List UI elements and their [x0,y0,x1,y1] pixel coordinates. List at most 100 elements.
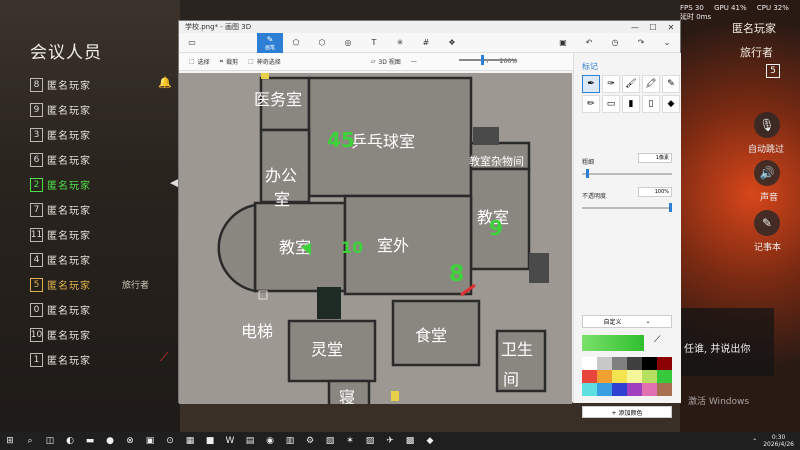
color-mode-select[interactable]: 自定义 ⌄ [582,315,672,328]
drawing-canvas[interactable]: 医务室 乒乓球室 办公 室 教室杂物间 教室 室外 教室 电梯 灵堂 食堂 卫生… [179,73,572,404]
color-swatch[interactable] [642,370,657,383]
color-swatch[interactable] [657,383,672,396]
player-row[interactable]: 3 匿名玩家 [30,122,180,147]
marker-brush-icon[interactable]: ✒ [582,75,600,93]
undo-icon[interactable]: ↶ [576,33,602,53]
paint3d-taskbar-icon[interactable]: ◆ [420,432,440,450]
color-swatch[interactable] [582,383,597,396]
color-swatch[interactable] [612,357,627,370]
opacity-input[interactable]: 100% [638,187,672,197]
calligraphy-pen-icon[interactable]: ✑ [602,75,620,93]
brushes-tab[interactable]: ✎ 画笔 [257,32,283,53]
player-row[interactable]: 2 匿名玩家 [30,172,180,197]
crayon-icon[interactable]: ▮ [622,95,640,113]
thickness-slider-handle[interactable] [586,169,590,178]
app-icon[interactable]: ◉ [260,432,280,450]
tray-chevron-icon[interactable]: ⌃ [752,438,757,445]
color-swatch[interactable] [627,383,642,396]
zoom-slider-handle[interactable] [481,55,484,65]
task-view-icon[interactable]: ◫ [40,432,60,450]
app-icon[interactable]: ▧ [320,432,340,450]
effects-icon[interactable]: ✳ [387,33,413,53]
wps-icon[interactable]: W [220,432,240,450]
player-row[interactable]: 10 匿名玩家 [30,322,180,347]
app-icon[interactable]: ▥ [280,432,300,450]
3d-library-icon[interactable]: ❖ [439,33,465,53]
chevron-down-icon[interactable]: ⌄ [654,33,680,53]
2d-shapes-icon[interactable]: ⬠ [283,33,309,53]
text-icon[interactable]: T [361,33,387,53]
mic-off-icon[interactable]: 🎙 [754,112,780,138]
explorer-icon[interactable]: ▬ [80,432,100,450]
app-icon[interactable]: ▤ [240,432,260,450]
player-row[interactable]: 11 匿名玩家 [30,222,180,247]
app-icon[interactable]: ✶ [340,432,360,450]
opacity-slider[interactable] [582,207,672,209]
color-swatch[interactable] [612,383,627,396]
player-row[interactable]: 9 匿名玩家 [30,97,180,122]
edge-icon[interactable]: ◐ [60,432,80,450]
redo-icon[interactable]: ↷ [628,33,654,53]
xbox-icon[interactable]: ⊗ [120,432,140,450]
app-icon[interactable]: ▩ [400,432,420,450]
maximize-button[interactable]: ☐ [644,23,662,32]
thickness-slider[interactable] [582,173,672,175]
opacity-slider-handle[interactable] [669,203,672,212]
pixel-pen-icon[interactable]: ✎ [662,75,680,93]
player-row[interactable]: 7 匿名玩家 [30,197,180,222]
3d-view-button[interactable]: ▱ 3D 视图 [371,57,401,66]
stickers-icon[interactable]: ◎ [335,33,361,53]
watercolor-icon[interactable]: 🖍 [642,75,660,93]
color-swatch[interactable] [657,370,672,383]
player-row[interactable]: 1 匿名玩家 [30,347,180,372]
steam-icon[interactable]: ⚙ [300,432,320,450]
app-icon[interactable]: ▦ [180,432,200,450]
menu-icon[interactable]: ▭ [179,33,205,53]
magic-select-button[interactable]: ⬚ 神奇选择 [248,57,281,66]
pencil-icon[interactable]: ✏ [582,95,600,113]
color-swatch[interactable] [657,357,672,370]
current-color-swatch[interactable] [582,335,644,351]
canvas-icon[interactable]: # [413,33,439,53]
app-icon[interactable]: ▨ [360,432,380,450]
start-icon[interactable]: ⊞ [0,432,20,450]
zoom-slider[interactable] [459,59,517,61]
player-row[interactable]: 0 匿名玩家 [30,297,180,322]
notepad-icon[interactable]: ✎ [754,210,780,236]
search-icon[interactable]: ⌕ [20,432,40,450]
app-icon[interactable]: ▣ [140,432,160,450]
speaker-icon[interactable]: 🔊 [754,160,780,186]
thickness-input[interactable]: 1像素 [638,153,672,163]
history-icon[interactable]: ◷ [602,33,628,53]
3d-shapes-icon[interactable]: ⬡ [309,33,335,53]
eyedropper-icon[interactable]: ⟋ [654,335,660,345]
color-swatch[interactable] [582,357,597,370]
minimize-button[interactable]: — [626,23,644,32]
color-swatch[interactable] [642,383,657,396]
clock[interactable]: 0:30 2026/4/26 [763,434,794,448]
app-icon[interactable]: ✈ [380,432,400,450]
player-row[interactable]: 4 匿名玩家 [30,247,180,272]
oil-brush-icon[interactable]: 🖌 [622,75,640,93]
bell-icon[interactable]: 🔔 [158,76,172,89]
color-swatch[interactable] [642,357,657,370]
spray-can-icon[interactable]: ▯ [642,95,660,113]
app-icon[interactable]: ■ [200,432,220,450]
player-row[interactable]: 6 匿名玩家 [30,147,180,172]
app-icon[interactable]: ⊙ [160,432,180,450]
color-swatch[interactable] [597,370,612,383]
close-button[interactable]: ✕ [662,23,680,32]
crop-button[interactable]: ⌗ 裁剪 [220,57,238,67]
qq-icon[interactable]: ● [100,432,120,450]
select-button[interactable]: ⬚ 选择 [189,57,210,66]
fill-bucket-icon[interactable]: ◆ [662,95,680,113]
color-swatch[interactable] [597,357,612,370]
color-swatch[interactable] [627,370,642,383]
player-row[interactable]: 5 匿名玩家 旅行者 [30,272,180,297]
color-swatch[interactable] [627,357,642,370]
color-swatch[interactable] [582,370,597,383]
paste-icon[interactable]: ▣ [550,33,576,53]
zoom-out-button[interactable]: — [411,58,417,65]
add-color-button[interactable]: + 添加颜色 [582,406,672,418]
color-swatch[interactable] [597,383,612,396]
